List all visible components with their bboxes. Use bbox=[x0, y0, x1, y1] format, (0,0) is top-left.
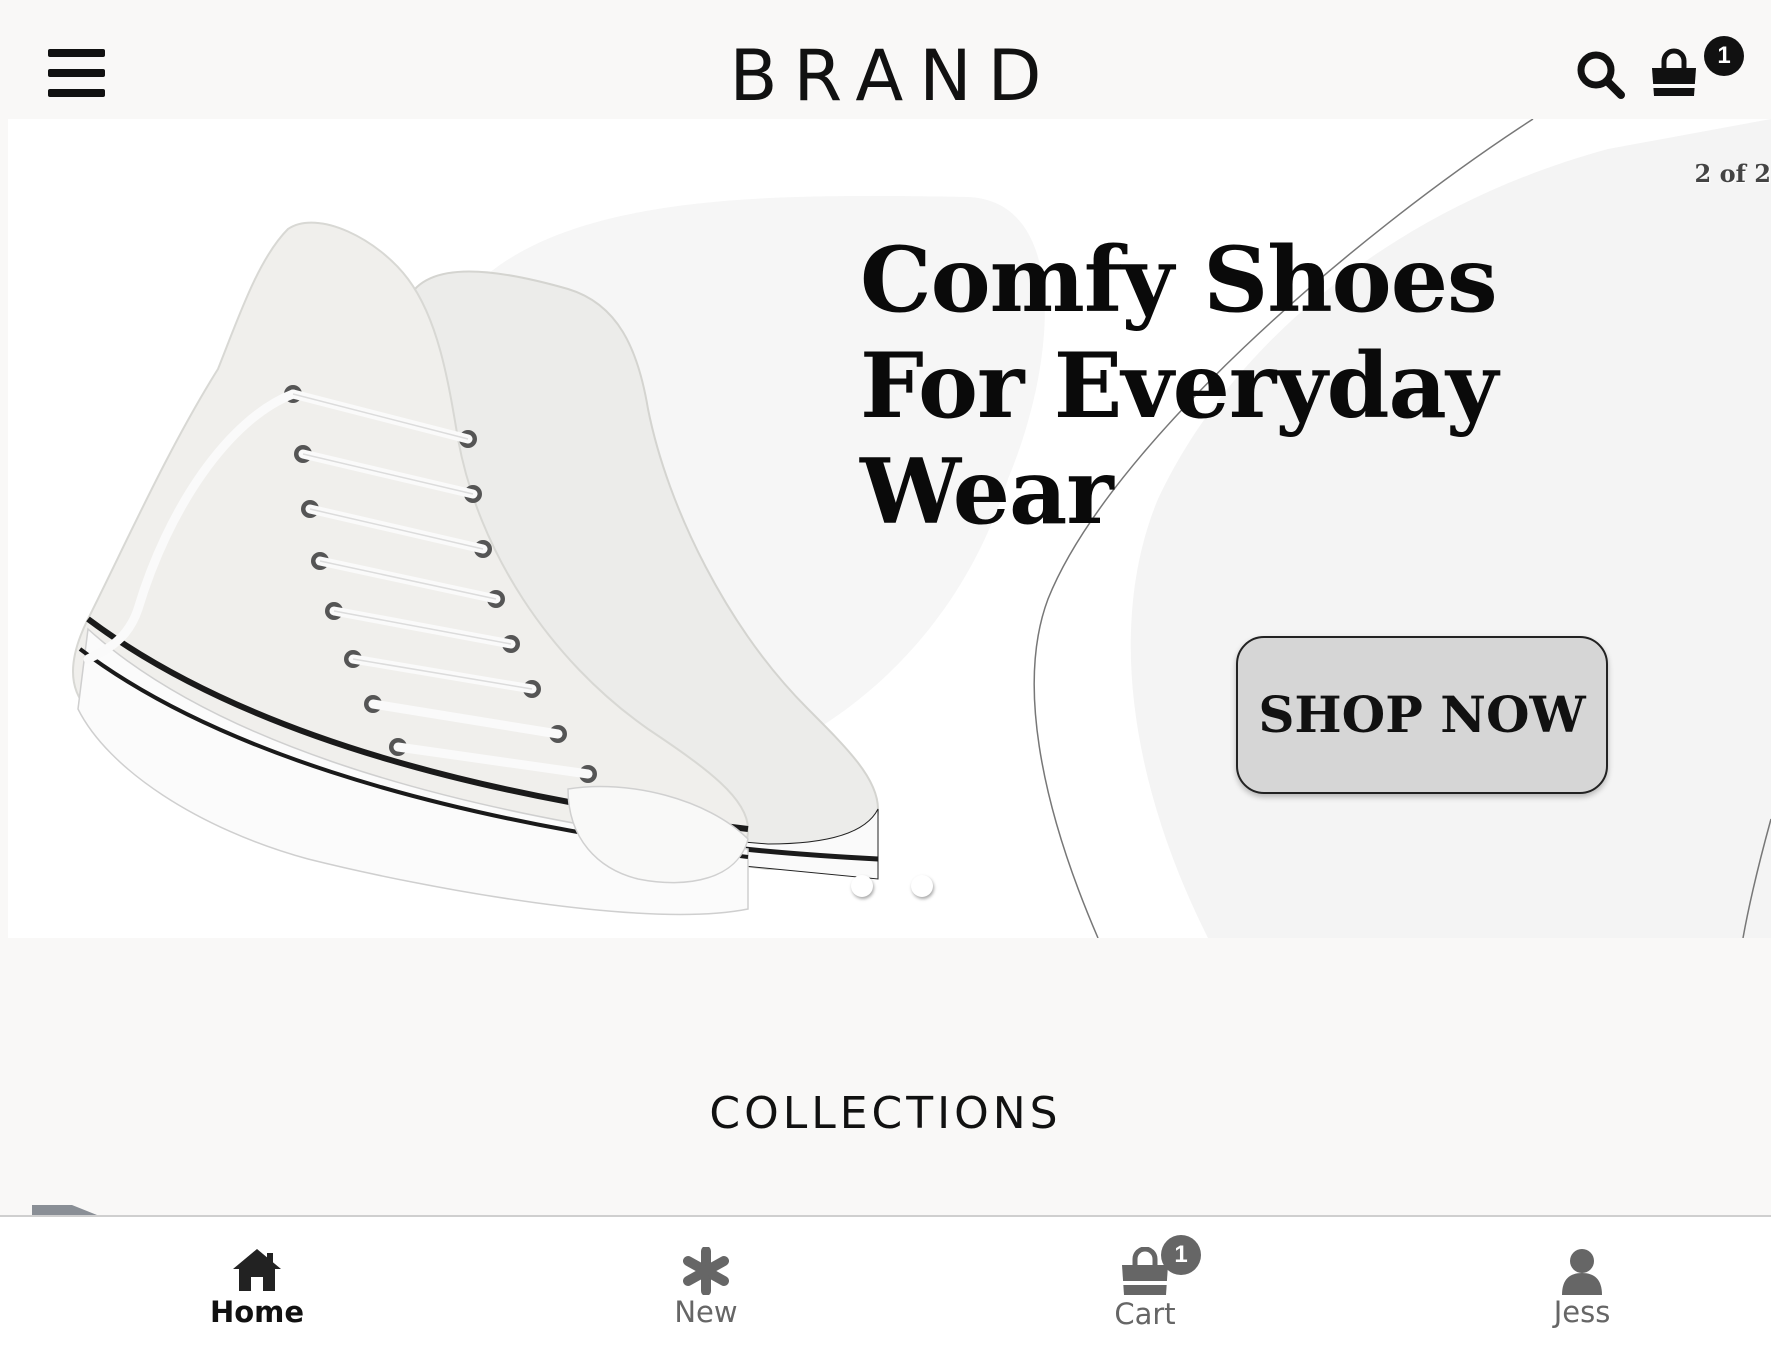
nav-label-cart: Cart bbox=[1114, 1297, 1176, 1331]
brand-logo[interactable]: BRAND bbox=[0, 36, 1771, 116]
asterisk-icon bbox=[683, 1247, 729, 1295]
nav-label-new: New bbox=[674, 1295, 738, 1329]
hero-headline-line-1: Comfy Shoes bbox=[860, 227, 1498, 333]
user-icon bbox=[1562, 1249, 1602, 1295]
sneaker-product-image bbox=[72, 221, 880, 916]
nav-item-profile[interactable]: Jess bbox=[1482, 1217, 1682, 1350]
nav-item-new[interactable]: New bbox=[606, 1217, 806, 1350]
hero-headline-line-3: Wear bbox=[860, 439, 1114, 545]
nav-label-profile: Jess bbox=[1553, 1295, 1611, 1329]
nav-item-home[interactable]: Home bbox=[157, 1217, 357, 1350]
shopping-bag-icon[interactable] bbox=[1648, 48, 1700, 100]
collections-heading: COLLECTIONS bbox=[709, 1088, 1062, 1139]
bottom-navigation: Home New 1 Cart Jess bbox=[0, 1215, 1771, 1350]
hero-headline: Comfy Shoes For Everyday Wear bbox=[860, 227, 1620, 545]
nav-label-home: Home bbox=[209, 1295, 305, 1329]
hero-headline-line-2: For Everyday bbox=[860, 333, 1498, 439]
slide-counter: 2 of 2 bbox=[1694, 159, 1771, 188]
carousel-dot-1[interactable] bbox=[851, 875, 873, 897]
search-icon[interactable] bbox=[1576, 50, 1626, 100]
hero-banner: 2 of 2 Comfy Shoes For Everyday Wear SHO… bbox=[8, 119, 1771, 938]
cart-nav-badge: 1 bbox=[1161, 1235, 1201, 1275]
home-icon bbox=[233, 1249, 281, 1291]
nav-item-cart[interactable]: 1 Cart bbox=[1045, 1217, 1245, 1350]
shop-now-button[interactable]: SHOP NOW bbox=[1236, 636, 1608, 794]
cart-count-badge: 1 bbox=[1704, 36, 1744, 76]
top-header: BRAND 1 bbox=[0, 0, 1771, 119]
carousel-dot-2[interactable] bbox=[911, 875, 933, 897]
